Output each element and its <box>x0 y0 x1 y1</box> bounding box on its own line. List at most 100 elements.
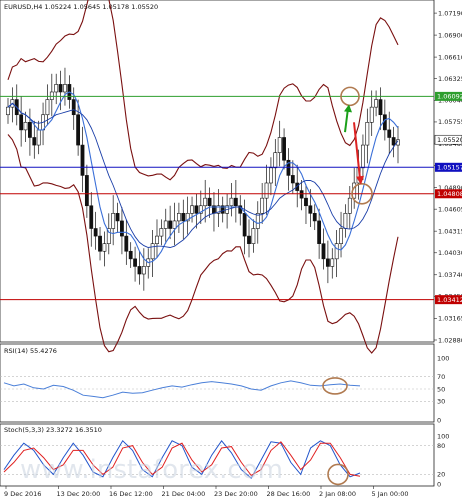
candle-body <box>273 152 278 169</box>
candle-body <box>369 106 374 123</box>
y-tick-label: 1.05755 <box>438 118 462 126</box>
candle-body <box>176 213 181 222</box>
price-tag-label: 1.04808 <box>437 190 462 198</box>
candle-body <box>343 213 348 229</box>
candle-body <box>111 213 116 229</box>
price-tag-label: 1.03412 <box>437 296 462 304</box>
y-tick-label: 1.04315 <box>438 227 462 235</box>
x-tick-label: 21 Dec 04:00 <box>162 490 206 498</box>
y-tick-label: 1.03740 <box>438 271 462 279</box>
candle-body <box>361 144 365 169</box>
candle-body <box>155 235 159 244</box>
candle-body <box>19 114 24 131</box>
candle-body <box>334 243 339 260</box>
candle-body <box>229 197 234 207</box>
candle-body <box>374 99 378 108</box>
candle-body <box>391 137 396 146</box>
main-price-panel <box>0 0 435 343</box>
candle-body <box>233 197 238 207</box>
candle-body <box>23 122 28 131</box>
candle-body <box>102 243 107 252</box>
candle-body <box>54 84 59 93</box>
x-tick-label: 2 Jan 08:00 <box>319 490 356 498</box>
candle-body <box>308 205 313 214</box>
candle-body <box>317 220 322 244</box>
sub-tick-label: 70 <box>437 373 445 381</box>
y-tick-label: 1.06900 <box>438 31 462 39</box>
sub-tick-label: 0 <box>437 416 441 424</box>
sub-tick-label: 20 <box>437 471 445 479</box>
candle-body <box>242 213 247 237</box>
candle-body <box>181 213 186 222</box>
candle-body <box>150 243 155 260</box>
candle-body <box>190 205 194 214</box>
sub-tick-label: 80 <box>437 442 445 450</box>
x-tick-label: 16 Dec 12:00 <box>109 490 153 498</box>
sub-tick-label: 100 <box>437 432 449 440</box>
candle-body <box>277 137 282 153</box>
candle-body <box>133 258 137 267</box>
candle-body <box>330 258 335 267</box>
candle-body <box>63 84 67 93</box>
candle-body <box>251 228 256 244</box>
x-tick-label: 23 Dec 20:00 <box>214 490 258 498</box>
candle-body <box>365 122 370 146</box>
y-tick-label: 1.06610 <box>438 53 462 61</box>
candle-body <box>168 220 173 229</box>
candle-body <box>282 137 286 161</box>
candle-body <box>128 250 133 260</box>
y-tick-label: 1.03165 <box>438 315 462 323</box>
candle-body <box>45 99 50 116</box>
candle-body <box>49 91 54 100</box>
stoch-label: Stoch(5,3,3) 23.3272 16.3510 <box>4 426 102 434</box>
rsi-panel <box>0 343 435 423</box>
candle-body <box>93 228 98 237</box>
candle-body <box>89 205 94 229</box>
x-tick-label: 28 Dec 16:00 <box>267 490 311 498</box>
sub-tick-label: 0 <box>437 480 441 488</box>
candle-body <box>36 129 41 146</box>
candle-body <box>387 129 392 138</box>
candle-body <box>71 99 76 116</box>
y-tick-label: 1.02880 <box>438 336 462 344</box>
candle-body <box>76 114 81 146</box>
candle-body <box>80 144 85 176</box>
candle-body <box>325 258 330 267</box>
chart-canvas: EURUSD,H4 1.05224 1.05645 1.05178 1.0552… <box>0 0 462 498</box>
y-tick-label: 1.04030 <box>438 249 462 257</box>
candle-body <box>290 175 295 184</box>
y-tick-label: 1.07190 <box>438 9 462 17</box>
chart-title: EURUSD,H4 1.05224 1.05645 1.05178 1.0552… <box>4 3 158 11</box>
candle-body <box>269 167 273 184</box>
candle-body <box>203 197 208 207</box>
sub-tick-label: 30 <box>437 398 445 406</box>
y-tick-label: 1.04605 <box>438 205 462 213</box>
x-tick-label: 5 Jan 00:00 <box>372 490 409 498</box>
candle-body <box>137 266 142 275</box>
candle-body <box>339 228 343 244</box>
candle-body <box>115 213 120 222</box>
sub-tick-label: 50 <box>437 385 445 393</box>
candle-body <box>124 235 129 252</box>
candle-body <box>163 220 168 229</box>
price-tag-label: 1.05520 <box>437 136 462 144</box>
candle-body <box>84 175 89 207</box>
watermark: www.instaforex.com <box>20 455 283 485</box>
price-tag-label: 1.06092 <box>437 93 462 101</box>
x-tick-label: 13 Dec 20:00 <box>57 490 101 498</box>
candle-body <box>172 220 177 229</box>
candle-body <box>247 235 251 244</box>
candle-body <box>321 243 326 260</box>
candle-body <box>98 235 102 252</box>
candle-body <box>120 220 124 237</box>
sub-tick-label: 100 <box>437 354 449 362</box>
candle-body <box>58 84 63 93</box>
candle-body <box>378 99 383 116</box>
candle-body <box>304 197 308 207</box>
candle-body <box>312 213 317 222</box>
candle-body <box>6 106 10 116</box>
candle-body <box>207 197 212 207</box>
candle-body <box>347 197 352 214</box>
rsi-label: RSI(14) 55.4276 <box>4 347 57 355</box>
candle-body <box>299 190 304 199</box>
